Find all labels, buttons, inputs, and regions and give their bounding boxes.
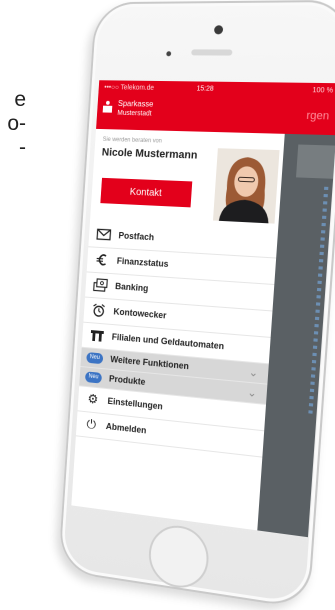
euro-icon <box>94 253 110 268</box>
front-camera <box>214 25 223 34</box>
menu-item-label: Abmelden <box>106 421 147 435</box>
menu-item-label: Postfach <box>118 230 154 242</box>
contact-button[interactable]: Kontakt <box>100 178 192 208</box>
menu-item-label: Weitere Funktionen <box>110 354 189 371</box>
proximity-sensor <box>166 51 171 56</box>
menu-item-label: Kontowecker <box>113 307 167 321</box>
menu-item-label: Einstellungen <box>107 396 163 411</box>
bank-name: Sparkasse Musterstadt <box>117 99 154 119</box>
banking-icon <box>93 278 109 293</box>
gear-icon: ⚙ <box>85 392 100 407</box>
phone-screen: •••○○ Telekom.de 15:28 100 % Sparkasse M… <box>71 80 335 537</box>
new-badge: Neu <box>86 352 103 364</box>
chevron-down-icon: ⌄ <box>247 386 257 400</box>
menu-item-label: Banking <box>115 281 149 293</box>
chevron-down-icon: ⌄ <box>248 366 258 380</box>
clock-text: 15:28 <box>196 81 214 97</box>
advisor-portrait-icon <box>213 148 280 223</box>
side-text-line-2: o- <box>0 112 26 136</box>
home-button[interactable] <box>147 522 210 592</box>
earpiece-speaker <box>191 49 232 55</box>
dimmed-content-block <box>296 145 335 179</box>
phone-body: •••○○ Telekom.de 15:28 100 % Sparkasse M… <box>58 0 335 610</box>
menu-list: Postfach Finanzstatus <box>76 222 278 458</box>
mail-icon <box>96 227 112 241</box>
bank-name-line-2: Musterstadt <box>117 109 153 120</box>
carrier-text: •••○○ Telekom.de <box>104 80 155 96</box>
phone-mockup: •••○○ Telekom.de 15:28 100 % Sparkasse M… <box>58 0 335 610</box>
alarm-clock-icon <box>91 303 107 318</box>
power-icon: ⏻ <box>84 417 99 432</box>
new-badge: Neu <box>85 371 102 383</box>
battery-text: 100 % <box>312 83 334 100</box>
atm-icon <box>89 328 105 343</box>
advisor-label: Sie werden beraten von <box>102 137 161 145</box>
side-text-line-1: e <box>0 88 26 112</box>
advisor-name: Nicole Mustermann <box>101 147 197 162</box>
advisor-avatar <box>213 148 280 223</box>
menu-item-label: Finanzstatus <box>117 256 169 269</box>
sparkasse-logo-icon <box>103 101 113 113</box>
cropped-side-text: e o- - <box>0 88 26 160</box>
header-right-text[interactable]: rgen <box>306 110 330 123</box>
navigation-drawer: Sie werden beraten von Nicole Mustermann… <box>71 129 284 530</box>
menu-item-label: Produkte <box>109 374 146 387</box>
menu-item-label: Filialen und Geldautomaten <box>112 332 225 351</box>
side-text-line-3: - <box>0 136 26 160</box>
